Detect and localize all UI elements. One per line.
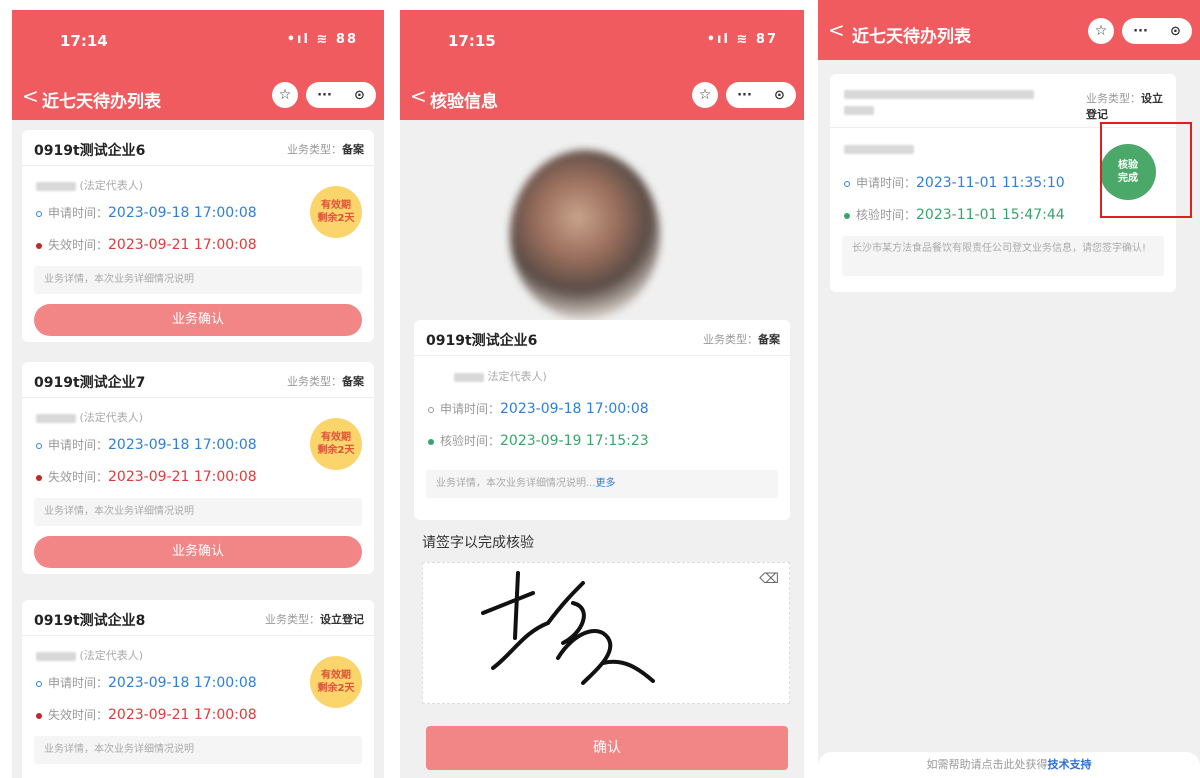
nav-bar: < 近七天待办列表 ☆ ··· ⊙ <box>818 0 1200 60</box>
signature-pad[interactable]: ⌫ <box>422 562 790 704</box>
mini-program-capsule: ☆ ··· ⊙ <box>272 82 376 108</box>
expire-time-row: 失效时间：2023-09-21 17:00:08 <box>36 706 257 723</box>
legal-rep: (法定代表人) <box>36 177 143 193</box>
todo-card: 0919t测试企业8 业务类型：设立登记 (法定代表人) 申请时间：2023-0… <box>22 600 374 778</box>
legal-rep <box>844 142 914 155</box>
sign-prompt: 请签字以完成核验 <box>422 535 534 551</box>
capsule-pill: ··· ⊙ <box>1122 18 1192 44</box>
close-icon[interactable]: ⊙ <box>1170 24 1181 39</box>
business-detail: 业务详情，本次业务详细情况说明 <box>34 266 362 294</box>
more-link[interactable]: 更多 <box>596 478 616 489</box>
legal-rep: 法定代表人) <box>454 368 547 384</box>
validity-badge: 有效期 剩余2天 <box>310 656 362 708</box>
validity-badge: 有效期 剩余2天 <box>310 418 362 470</box>
apply-time-row: 申请时间：2023-09-18 17:00:08 <box>36 674 257 691</box>
status-time: 17:14 <box>60 32 108 50</box>
card-header: 业务类型：设立登记 <box>830 74 1176 128</box>
phone-todo-list: 17:14 •ıl ≋ 88 < 近七天待办列表 ☆ ··· ⊙ 0919t测试… <box>12 10 384 778</box>
star-icon[interactable]: ☆ <box>1088 18 1114 44</box>
apply-time-row: 申请时间：2023-09-18 17:00:08 <box>36 204 257 221</box>
card-header: 0919t测试企业6 业务类型：备案 <box>414 320 790 356</box>
capsule-pill: ··· ⊙ <box>726 82 796 108</box>
business-type: 业务类型：备案 <box>287 375 364 388</box>
highlight-box <box>1100 122 1192 218</box>
status-icons: •ıl ≋ 87 <box>706 32 778 47</box>
more-icon[interactable]: ··· <box>737 88 752 103</box>
legal-rep: (法定代表人) <box>36 409 143 425</box>
capsule-pill: ··· ⊙ <box>306 82 376 108</box>
face-photo <box>510 150 660 320</box>
status-time: 17:15 <box>448 32 496 50</box>
erase-icon[interactable]: ⌫ <box>759 571 779 587</box>
signature-stroke <box>481 571 655 685</box>
company-name: 0919t测试企业8 <box>34 613 146 629</box>
phone-verify-info: 17:15 •ıl ≋ 87 < 核验信息 ☆ ··· ⊙ 0919t测试企业6… <box>400 10 804 778</box>
confirm-business-button[interactable]: 业务确认 <box>34 304 362 336</box>
back-icon[interactable]: < <box>410 84 427 108</box>
help-footer: 如需帮助请点击此处获得技术支持 <box>818 752 1200 778</box>
card-header: 0919t测试企业8 业务类型：设立登记 <box>22 600 374 636</box>
close-icon[interactable]: ⊙ <box>774 88 785 103</box>
close-icon[interactable]: ⊙ <box>354 88 365 103</box>
apply-time-row: 申请时间：2023-11-01 11:35:10 <box>844 174 1065 191</box>
todo-card: 业务类型：设立登记 申请时间：2023-11-01 11:35:10 核验时间：… <box>830 74 1192 292</box>
apply-time-row: 申请时间：2023-09-18 17:00:08 <box>36 436 257 453</box>
nav-bar: < 近七天待办列表 ☆ ··· ⊙ <box>12 76 384 120</box>
page-title: 核验信息 <box>430 92 498 112</box>
phone-todo-completed: < 近七天待办列表 ☆ ··· ⊙ 业务类型：设立登记 申请时间：2023-11… <box>818 0 1200 778</box>
back-icon[interactable]: < <box>828 18 845 42</box>
legal-rep: (法定代表人) <box>36 647 143 663</box>
company-name: 0919t测试企业7 <box>34 375 146 391</box>
validity-badge: 有效期 剩余2天 <box>310 186 362 238</box>
business-detail: 业务详情，本次业务详细情况说明 <box>34 498 362 526</box>
business-detail: 业务详情，本次业务详细情况说明 <box>34 736 362 764</box>
todo-card: 0919t测试企业7 业务类型：备案 (法定代表人) 申请时间：2023-09-… <box>22 362 374 574</box>
business-detail: 长沙市某方法食品餐饮有限责任公司登文业务信息，请您签字确认! <box>842 236 1164 276</box>
business-type: 业务类型：设立登记 <box>1086 92 1163 121</box>
business-type: 业务类型：备案 <box>703 333 780 346</box>
verify-time-row: 核验时间：2023-11-01 15:47:44 <box>844 206 1065 223</box>
page-title: 近七天待办列表 <box>42 92 161 112</box>
expire-time-row: 失效时间：2023-09-21 17:00:08 <box>36 236 257 253</box>
nav-bar: < 核验信息 ☆ ··· ⊙ <box>400 76 804 120</box>
business-detail: 业务详情，本次业务详细情况说明...更多 <box>426 470 778 498</box>
tech-support-link[interactable]: 技术支持 <box>1048 758 1092 771</box>
apply-time-row: 申请时间：2023-09-18 17:00:08 <box>428 400 649 417</box>
company-name: 0919t测试企业6 <box>34 143 146 159</box>
screenshot-stage: 17:14 •ıl ≋ 88 < 近七天待办列表 ☆ ··· ⊙ 0919t测试… <box>0 0 1200 778</box>
business-type: 业务类型：备案 <box>287 143 364 156</box>
back-icon[interactable]: < <box>22 84 39 108</box>
status-bar: 17:15 •ıl ≋ 87 <box>400 10 804 76</box>
verify-time-row: 核验时间：2023-09-19 17:15:23 <box>428 432 649 449</box>
status-bar: 17:14 •ıl ≋ 88 <box>12 10 384 76</box>
star-icon[interactable]: ☆ <box>272 82 298 108</box>
confirm-business-button[interactable]: 业务确认 <box>34 536 362 568</box>
mini-program-capsule: ☆ ··· ⊙ <box>692 82 796 108</box>
expire-time-row: 失效时间：2023-09-21 17:00:08 <box>36 468 257 485</box>
company-name: 0919t测试企业6 <box>426 333 538 349</box>
card-header: 0919t测试企业7 业务类型：备案 <box>22 362 374 398</box>
verify-card: 0919t测试企业6 业务类型：备案 法定代表人) 申请时间：2023-09-1… <box>414 320 790 520</box>
status-icons: •ıl ≋ 88 <box>286 32 358 47</box>
todo-card: 0919t测试企业6 业务类型：备案 (法定代表人) 申请时间：2023-09-… <box>22 130 374 342</box>
page-title: 近七天待办列表 <box>852 27 971 47</box>
star-icon[interactable]: ☆ <box>692 82 718 108</box>
mini-program-capsule: ☆ ··· ⊙ <box>1088 18 1192 44</box>
more-icon[interactable]: ··· <box>1133 24 1148 39</box>
more-icon[interactable]: ··· <box>317 88 332 103</box>
confirm-button[interactable]: 确认 <box>426 726 788 770</box>
card-header: 0919t测试企业6 业务类型：备案 <box>22 130 374 166</box>
business-type: 业务类型：设立登记 <box>265 613 364 626</box>
